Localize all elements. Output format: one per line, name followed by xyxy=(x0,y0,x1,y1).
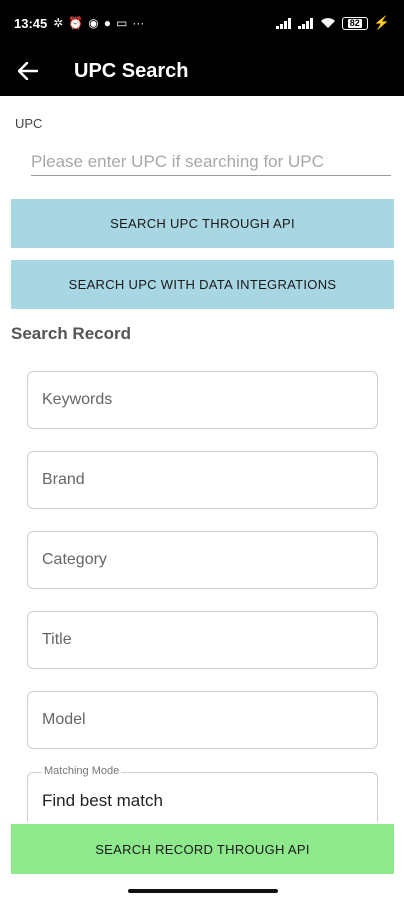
upc-label: UPC xyxy=(15,116,43,131)
battery-icon: 82 xyxy=(341,16,368,30)
status-right: 82 ⚡ xyxy=(275,15,390,31)
charging-icon: ⚡ xyxy=(373,15,390,30)
upc-input[interactable] xyxy=(31,148,391,176)
home-indicator[interactable] xyxy=(128,889,278,893)
title-input[interactable] xyxy=(28,612,377,668)
notification-icons: ✲ ⏰ ◉ ● ▭ ··· xyxy=(53,16,144,30)
back-button[interactable] xyxy=(0,46,56,96)
keywords-field xyxy=(27,371,378,429)
status-bar: 13:45 ✲ ⏰ ◉ ● ▭ ··· 82 ⚡ xyxy=(0,0,404,46)
signal-icon xyxy=(275,17,292,29)
brand-field xyxy=(27,451,378,509)
status-time: 13:45 xyxy=(14,15,48,31)
search-upc-integrations-button[interactable]: SEARCH UPC WITH DATA INTEGRATIONS xyxy=(11,260,394,309)
search-record-api-button[interactable]: SEARCH RECORD THROUGH API xyxy=(11,824,394,874)
more-icon: ··· xyxy=(132,16,145,30)
category-field xyxy=(27,531,378,589)
settings-icon: ✲ xyxy=(53,16,64,30)
facebook-icon: ● xyxy=(103,16,111,30)
alarm-icon: ⏰ xyxy=(68,16,84,30)
model-field xyxy=(27,691,378,749)
model-input[interactable] xyxy=(28,692,377,748)
matching-mode-select[interactable]: Matching Mode Find best match xyxy=(27,765,378,822)
messenger-icon: ◉ xyxy=(88,16,99,30)
search-upc-api-button[interactable]: SEARCH UPC THROUGH API xyxy=(11,199,394,248)
category-input[interactable] xyxy=(28,532,377,588)
matching-mode-label: Matching Mode xyxy=(42,765,122,777)
keywords-input[interactable] xyxy=(28,372,377,428)
app-bar: UPC Search xyxy=(0,46,404,96)
signal-icon xyxy=(297,17,314,29)
screen-icon: ▭ xyxy=(116,16,128,30)
wifi-icon xyxy=(320,18,335,28)
title-field xyxy=(27,611,378,669)
search-record-title: Search Record xyxy=(11,324,131,343)
status-left: 13:45 ✲ ⏰ ◉ ● ▭ ··· xyxy=(14,16,144,31)
page-title: UPC Search xyxy=(74,59,189,82)
battery-level: 82 xyxy=(347,17,362,28)
matching-mode-value: Find best match xyxy=(42,791,163,810)
brand-input[interactable] xyxy=(28,452,377,508)
arrow-left-icon xyxy=(18,62,38,80)
